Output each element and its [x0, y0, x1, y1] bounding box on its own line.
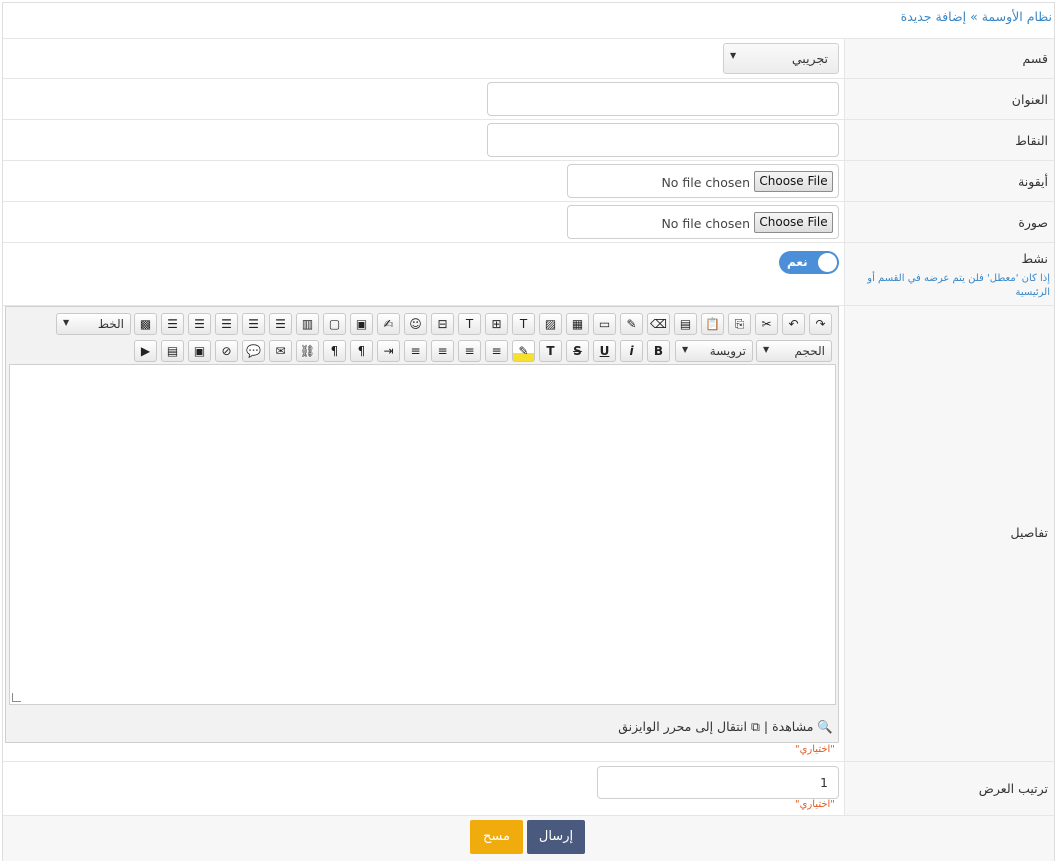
icon-file-status: No file chosen [661, 175, 750, 190]
active-toggle-label: نعم [787, 255, 808, 269]
ltr-icon[interactable]: ¶ [323, 340, 346, 362]
form-row-active: نشط إذا كان 'معطل' فلن يتم عرضه في القسم… [3, 242, 1054, 305]
image-choose-file-button[interactable]: Choose File [754, 212, 833, 233]
unlink-icon[interactable]: ⊘ [215, 340, 238, 362]
font-select[interactable]: الخط ▼ [56, 313, 131, 335]
search-icon: 🔍 [817, 719, 833, 734]
size-select[interactable]: الحجم ▼ [756, 340, 832, 362]
icon-label: أيقونة [1018, 174, 1048, 189]
unordered-list-icon[interactable]: ☰ [242, 313, 265, 335]
editor-footer: 🔍 مشاهدة | ⧉ انتقال إلى محرر الوايزنق [618, 719, 833, 735]
bbcode-down-icon[interactable]: ⊟ [431, 313, 454, 335]
section-label: قسم [1022, 51, 1048, 66]
flash-icon[interactable]: ▤ [161, 340, 184, 362]
toggle-knob [818, 253, 837, 272]
insert-image-icon[interactable]: ▨ [539, 313, 562, 335]
icon-file-input: No file chosen Choose File [567, 164, 839, 198]
redo-icon[interactable]: ↷ [809, 313, 832, 335]
window-icon: ⧉ [750, 719, 760, 734]
code-icon[interactable]: ▣ [350, 313, 373, 335]
form-row-order: ترتيب العرض 1 [3, 761, 1054, 815]
section-select[interactable]: تجريبي ▼ [723, 43, 839, 74]
justify-icon[interactable]: ≡ [404, 340, 427, 362]
insert-text-icon[interactable]: T [512, 313, 535, 335]
breadcrumb-current: إضافة جديدة [900, 9, 967, 24]
frame-icon[interactable]: ▭ [593, 313, 616, 335]
image-icon[interactable]: ▦ [566, 313, 589, 335]
breadcrumb-separator: » [970, 9, 978, 24]
chevron-down-icon: ▼ [763, 345, 770, 354]
paste-icon[interactable]: 📋 [701, 313, 724, 335]
form-row-title: العنوان [3, 78, 1054, 119]
text-color-icon[interactable]: T [539, 340, 562, 362]
form-row-icon: أيقونة No file chosen Choose File [3, 160, 1054, 201]
email-icon[interactable]: ✉ [269, 340, 292, 362]
submit-button[interactable]: إرسال [527, 820, 585, 854]
image-file-status: No file chosen [661, 216, 750, 231]
align-left-icon[interactable]: ≡ [431, 340, 454, 362]
order-input[interactable]: 1 [597, 766, 839, 799]
align-center-icon[interactable]: ≡ [458, 340, 481, 362]
details-optional-note: "اختياري" [795, 744, 835, 755]
image-label: صورة [1018, 215, 1048, 230]
bullet-list-icon[interactable]: ☰ [215, 313, 238, 335]
undo-icon[interactable]: ↶ [782, 313, 805, 335]
form-row-section: قسم تجريبي ▼ [3, 38, 1054, 78]
active-hint: إذا كان 'معطل' فلن يتم عرضه في القسم أو … [867, 273, 1050, 298]
heading-select[interactable]: ترويسة ▼ [675, 340, 753, 362]
eraser-icon[interactable]: ⌫ [647, 313, 670, 335]
form-row-image: صورة No file chosen Choose File [3, 201, 1054, 242]
html-icon[interactable]: ▥ [296, 313, 319, 335]
align-right-icon[interactable]: ≡ [485, 340, 508, 362]
media-icon[interactable]: ▣ [188, 340, 211, 362]
numbered-list-icon[interactable]: ☰ [188, 313, 211, 335]
form-row-points: النقاط [3, 119, 1054, 160]
strikethrough-icon[interactable]: S [566, 340, 589, 362]
image-file-input: No file chosen Choose File [567, 205, 839, 239]
source-icon[interactable]: ✎ [620, 313, 643, 335]
smiley-icon[interactable]: ☺ [404, 313, 427, 335]
points-label: النقاط [1015, 133, 1048, 148]
bbcode-add-icon[interactable]: ⊞ [485, 313, 508, 335]
breadcrumb: نظام الأوسمة » إضافة جديدة [901, 9, 1052, 24]
title-label: العنوان [1011, 92, 1048, 107]
bold-icon[interactable]: B [647, 340, 670, 362]
breadcrumb-root-link[interactable]: نظام الأوسمة [982, 9, 1052, 24]
active-label: نشط [1021, 251, 1049, 266]
details-label: تفاصيل [1010, 525, 1048, 540]
video-icon[interactable]: ▶ [134, 340, 157, 362]
order-label: ترتيب العرض [978, 781, 1048, 796]
details-textarea[interactable] [9, 364, 836, 705]
preview-link[interactable]: مشاهدة [772, 719, 813, 734]
italic-icon[interactable]: i [620, 340, 643, 362]
link-icon[interactable]: ⛓ [296, 340, 319, 362]
text-down-icon[interactable]: T [458, 313, 481, 335]
indent-icon[interactable]: ⇥ [377, 340, 400, 362]
quote-icon[interactable]: 💬 [242, 340, 265, 362]
highlight-icon[interactable]: ✎ [512, 340, 535, 362]
sign-icon[interactable]: ✍ [377, 313, 400, 335]
rtl-icon[interactable]: ¶ [350, 340, 373, 362]
footer-divider: | [763, 719, 769, 734]
icon-choose-file-button[interactable]: Choose File [754, 171, 833, 192]
chevron-down-icon: ▼ [63, 318, 70, 327]
paste-text-icon[interactable]: ▤ [674, 313, 697, 335]
cut-icon[interactable]: ✂ [755, 313, 778, 335]
bbcode-editor: ↷ ↶ ✂ ⎘ 📋 ▤ ⌫ ✎ ▭ ▦ ▨ T ⊞ T ⊟ ☺ ✍ ▣ ▢ ▥ … [5, 306, 839, 743]
switch-editor-link[interactable]: انتقال إلى محرر الوايزنق [618, 719, 747, 734]
resize-grip-icon[interactable] [12, 693, 21, 702]
chevron-down-icon: ▼ [682, 345, 689, 354]
clear-button[interactable]: مسح [470, 820, 523, 854]
title-input[interactable] [487, 82, 839, 116]
php-icon[interactable]: ▢ [323, 313, 346, 335]
chevron-down-icon: ▼ [730, 51, 737, 60]
underline-icon[interactable]: U [593, 340, 616, 362]
copy-icon[interactable]: ⎘ [728, 313, 751, 335]
active-toggle[interactable]: نعم [779, 251, 839, 274]
points-input[interactable] [487, 123, 839, 157]
list-item-icon[interactable]: ☰ [161, 313, 184, 335]
order-optional-note: "اختياري" [795, 799, 835, 810]
ordered-list-icon[interactable]: ☰ [269, 313, 292, 335]
qr-code-icon[interactable]: ▩ [134, 313, 157, 335]
